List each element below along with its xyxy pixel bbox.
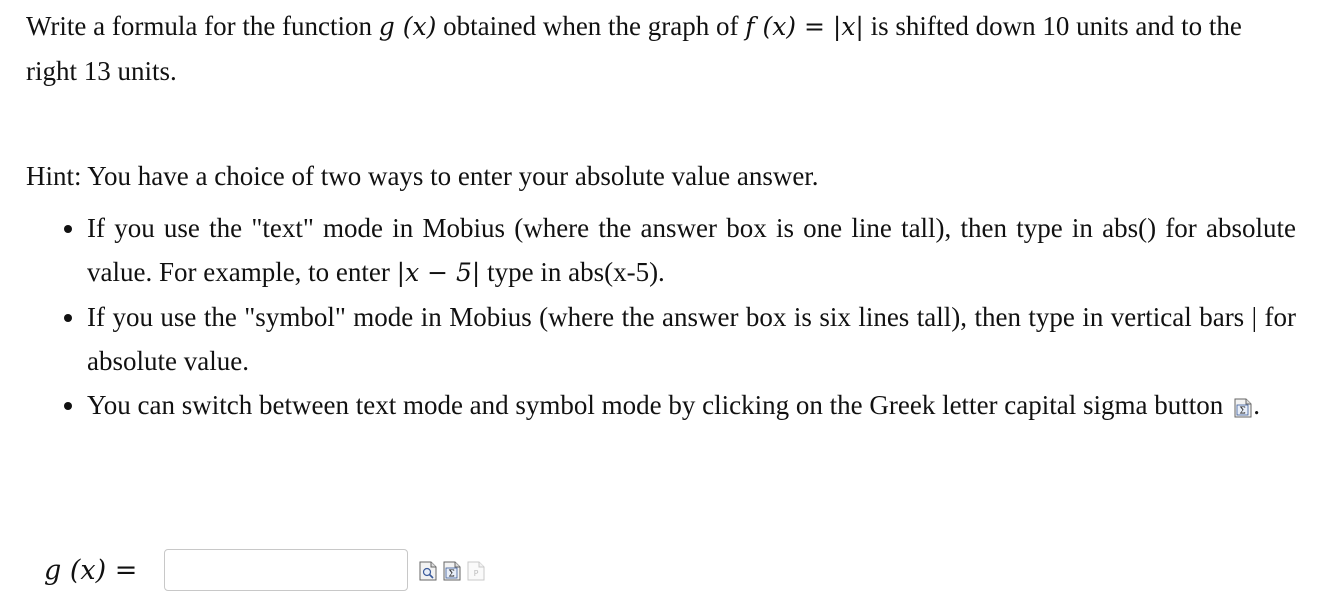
answer-row: g (x) = Σ P <box>44 546 486 594</box>
question-part1: Write a formula for the function <box>26 11 379 41</box>
answer-input[interactable] <box>164 549 408 591</box>
plot-icon[interactable]: P <box>466 559 486 581</box>
hint-bullet-symbol-mode: If you use the "symbol" mode in Mobius (… <box>87 295 1296 383</box>
svg-text:Σ: Σ <box>1240 407 1246 417</box>
abs-example-math: |x − 5| <box>396 258 481 287</box>
hint-section: Hint: You have a choice of two ways to e… <box>26 154 1296 427</box>
g-of-x-math: g (x) <box>378 12 437 41</box>
hint-bullet3-text: You can switch between text mode and sym… <box>87 390 1224 420</box>
svg-text:P: P <box>474 569 479 578</box>
preview-icon[interactable] <box>418 559 438 581</box>
hint-bullet-text-mode: If you use the "text" mode in Mobius (wh… <box>87 206 1296 295</box>
f-of-x-math: f (x) = |x| <box>745 12 864 41</box>
hint-intro: Hint: You have a choice of two ways to e… <box>26 161 819 191</box>
question-part2: obtained when the graph of <box>436 11 746 41</box>
svg-text:Σ: Σ <box>448 570 454 580</box>
hint-bullet1-end: type in abs(x-5). <box>480 257 665 287</box>
answer-label: g (x) = <box>44 554 138 586</box>
sigma-icon[interactable]: Σ <box>442 559 462 581</box>
hint-bullet-switch-mode: You can switch between text mode and sym… <box>87 383 1296 427</box>
hint-bullet1-text: If you use the "text" mode in Mobius (wh… <box>87 213 1296 287</box>
answer-toolbar: Σ P <box>418 559 486 581</box>
hint-list: If you use the "text" mode in Mobius (wh… <box>26 206 1296 427</box>
sigma-icon: Σ <box>1234 398 1252 418</box>
hint-bullet3-period: . <box>1253 390 1260 420</box>
question-text: Write a formula for the function g (x) o… <box>26 4 1296 93</box>
